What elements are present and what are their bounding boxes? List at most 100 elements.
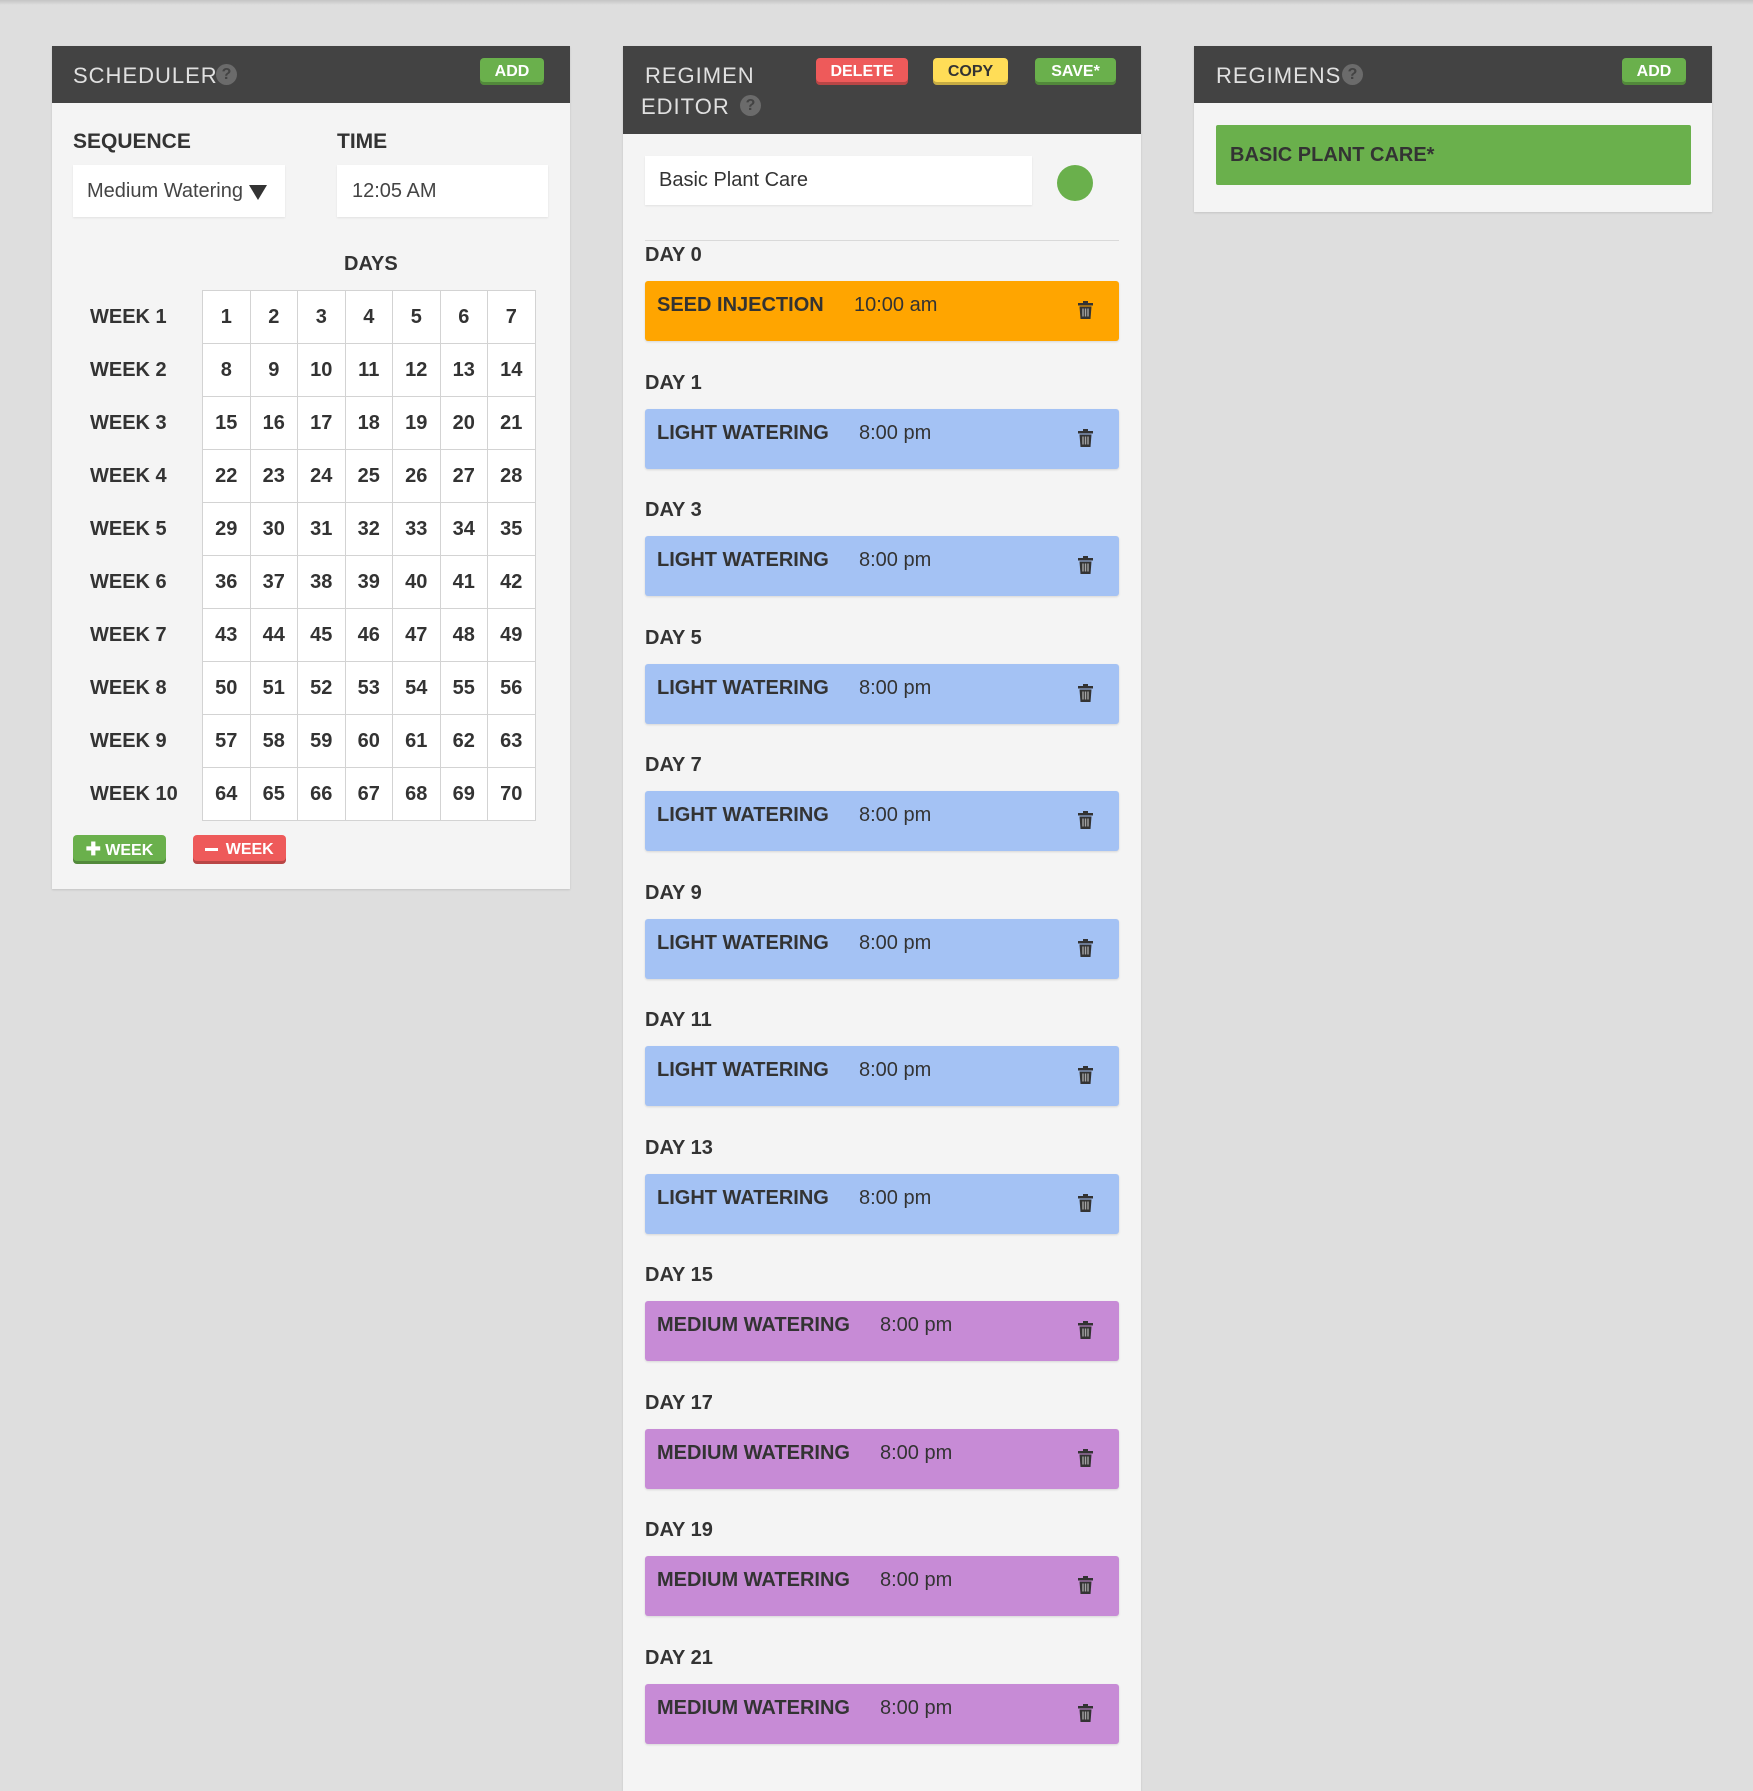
- day-cell[interactable]: 50: [202, 661, 251, 715]
- day-cell[interactable]: 2: [249, 290, 298, 344]
- copy-button[interactable]: COPY: [933, 58, 1008, 85]
- day-cell[interactable]: 41: [439, 555, 488, 609]
- day-cell[interactable]: 67: [344, 767, 393, 821]
- day-cell[interactable]: 30: [249, 502, 298, 556]
- day-cell[interactable]: 6: [439, 290, 488, 344]
- day-cell[interactable]: 34: [439, 502, 488, 556]
- day-cell[interactable]: 32: [344, 502, 393, 556]
- day-cell[interactable]: 10: [297, 343, 346, 397]
- scheduler-add-button[interactable]: ADD: [480, 58, 544, 85]
- regimen-item[interactable]: LIGHT WATERING 8:00 pm: [645, 791, 1119, 851]
- day-cell[interactable]: 8: [202, 343, 251, 397]
- trash-icon[interactable]: [1078, 811, 1093, 829]
- regimen-name-input[interactable]: Basic Plant Care: [645, 156, 1032, 205]
- regimen-item[interactable]: LIGHT WATERING 8:00 pm: [645, 1046, 1119, 1106]
- day-cell[interactable]: 55: [439, 661, 488, 715]
- day-cell[interactable]: 35: [487, 502, 536, 556]
- day-cell[interactable]: 49: [487, 608, 536, 662]
- day-cell[interactable]: 4: [344, 290, 393, 344]
- day-cell[interactable]: 53: [344, 661, 393, 715]
- day-cell[interactable]: 25: [344, 449, 393, 503]
- day-cell[interactable]: 37: [249, 555, 298, 609]
- day-cell[interactable]: 13: [439, 343, 488, 397]
- day-cell[interactable]: 70: [487, 767, 536, 821]
- day-cell[interactable]: 11: [344, 343, 393, 397]
- color-picker[interactable]: [1057, 165, 1093, 201]
- trash-icon[interactable]: [1078, 1704, 1093, 1722]
- day-cell[interactable]: 23: [249, 449, 298, 503]
- day-cell[interactable]: 7: [487, 290, 536, 344]
- regimen-item[interactable]: SEED INJECTION 10:00 am: [645, 281, 1119, 341]
- day-cell[interactable]: 69: [439, 767, 488, 821]
- day-cell[interactable]: 15: [202, 396, 251, 450]
- sequence-select[interactable]: Medium Watering: [73, 165, 285, 217]
- trash-icon[interactable]: [1078, 1194, 1093, 1212]
- day-cell[interactable]: 64: [202, 767, 251, 821]
- day-cell[interactable]: 56: [487, 661, 536, 715]
- day-cell[interactable]: 19: [392, 396, 441, 450]
- day-cell[interactable]: 51: [249, 661, 298, 715]
- trash-icon[interactable]: [1078, 429, 1093, 447]
- help-icon[interactable]: ?: [740, 95, 761, 116]
- day-cell[interactable]: 24: [297, 449, 346, 503]
- day-cell[interactable]: 66: [297, 767, 346, 821]
- day-cell[interactable]: 38: [297, 555, 346, 609]
- day-cell[interactable]: 57: [202, 714, 251, 768]
- save-button[interactable]: SAVE*: [1035, 58, 1116, 85]
- day-cell[interactable]: 48: [439, 608, 488, 662]
- day-cell[interactable]: 63: [487, 714, 536, 768]
- trash-icon[interactable]: [1078, 684, 1093, 702]
- day-cell[interactable]: 60: [344, 714, 393, 768]
- help-icon[interactable]: ?: [216, 64, 237, 85]
- day-cell[interactable]: 58: [249, 714, 298, 768]
- day-cell[interactable]: 65: [249, 767, 298, 821]
- regimen-item[interactable]: LIGHT WATERING 8:00 pm: [645, 664, 1119, 724]
- add-week-button[interactable]: ✚ WEEK: [73, 835, 166, 864]
- regimen-item[interactable]: LIGHT WATERING 8:00 pm: [645, 409, 1119, 469]
- trash-icon[interactable]: [1078, 556, 1093, 574]
- day-cell[interactable]: 26: [392, 449, 441, 503]
- regimen-item[interactable]: LIGHT WATERING 8:00 pm: [645, 919, 1119, 979]
- day-cell[interactable]: 21: [487, 396, 536, 450]
- day-cell[interactable]: 5: [392, 290, 441, 344]
- trash-icon[interactable]: [1078, 1321, 1093, 1339]
- day-cell[interactable]: 27: [439, 449, 488, 503]
- delete-button[interactable]: DELETE: [816, 58, 908, 85]
- day-cell[interactable]: 28: [487, 449, 536, 503]
- day-cell[interactable]: 31: [297, 502, 346, 556]
- day-cell[interactable]: 68: [392, 767, 441, 821]
- day-cell[interactable]: 29: [202, 502, 251, 556]
- day-cell[interactable]: 22: [202, 449, 251, 503]
- regimen-item[interactable]: MEDIUM WATERING 8:00 pm: [645, 1429, 1119, 1489]
- regimen-item[interactable]: MEDIUM WATERING 8:00 pm: [645, 1556, 1119, 1616]
- day-cell[interactable]: 52: [297, 661, 346, 715]
- trash-icon[interactable]: [1078, 1449, 1093, 1467]
- regimen-list-item[interactable]: BASIC PLANT CARE*: [1216, 125, 1691, 185]
- day-cell[interactable]: 20: [439, 396, 488, 450]
- day-cell[interactable]: 18: [344, 396, 393, 450]
- day-cell[interactable]: 36: [202, 555, 251, 609]
- day-cell[interactable]: 16: [249, 396, 298, 450]
- day-cell[interactable]: 44: [249, 608, 298, 662]
- day-cell[interactable]: 46: [344, 608, 393, 662]
- day-cell[interactable]: 14: [487, 343, 536, 397]
- day-cell[interactable]: 40: [392, 555, 441, 609]
- regimen-item[interactable]: MEDIUM WATERING 8:00 pm: [645, 1684, 1119, 1744]
- day-cell[interactable]: 59: [297, 714, 346, 768]
- trash-icon[interactable]: [1078, 1066, 1093, 1084]
- day-cell[interactable]: 9: [249, 343, 298, 397]
- day-cell[interactable]: 1: [202, 290, 251, 344]
- trash-icon[interactable]: [1078, 939, 1093, 957]
- day-cell[interactable]: 61: [392, 714, 441, 768]
- day-cell[interactable]: 45: [297, 608, 346, 662]
- day-cell[interactable]: 12: [392, 343, 441, 397]
- day-cell[interactable]: 33: [392, 502, 441, 556]
- regimen-item[interactable]: LIGHT WATERING 8:00 pm: [645, 536, 1119, 596]
- regimen-item[interactable]: MEDIUM WATERING 8:00 pm: [645, 1301, 1119, 1361]
- day-cell[interactable]: 47: [392, 608, 441, 662]
- day-cell[interactable]: 43: [202, 608, 251, 662]
- trash-icon[interactable]: [1078, 301, 1093, 319]
- trash-icon[interactable]: [1078, 1576, 1093, 1594]
- day-cell[interactable]: 42: [487, 555, 536, 609]
- time-input[interactable]: 12:05 AM: [337, 165, 548, 217]
